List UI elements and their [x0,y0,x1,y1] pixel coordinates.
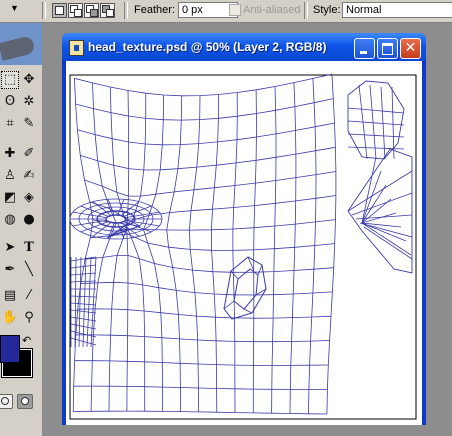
image-canvas[interactable] [66,61,422,425]
type-tool-icon[interactable]: T [20,239,38,257]
options-bar: ▼ Feather: 0 px Anti-aliased Style: Norm… [0,0,452,23]
anti-aliased-checkbox[interactable] [229,4,241,16]
notes-tool-icon[interactable]: ▤ [1,287,19,305]
history-brush-tool-icon[interactable]: ✍ [20,167,38,185]
magic-wand-tool-icon[interactable]: ✲ [20,93,38,111]
feather-label: Feather: [134,4,175,16]
tool-preset-arrow-icon[interactable]: ▼ [10,3,19,13]
clone-stamp-tool-icon[interactable]: ♙ [1,167,19,185]
eyedropper-tool-icon[interactable]: ⁄ [20,287,38,305]
path-selection-tool-icon[interactable]: ➤ [1,239,19,257]
move-tool-icon[interactable]: ✥ [20,71,38,89]
uv-wireframe-texture [69,73,417,420]
hand-tool-icon[interactable]: ✋ [1,309,19,327]
options-separator [124,2,128,19]
document-title: head_texture.psd @ 50% (Layer 2, RGB/8) [88,40,327,54]
slice-tool-icon[interactable]: ✎ [20,115,38,133]
document-window: head_texture.psd @ 50% (Layer 2, RGB/8) … [62,33,426,425]
healing-brush-tool-icon[interactable]: ✚ [1,145,19,163]
swap-colors-icon[interactable]: ↶ [22,334,31,347]
add-to-selection-button[interactable] [68,3,83,18]
eraser-tool-icon[interactable]: ◩ [1,189,19,207]
anti-aliased-label: Anti-aliased [243,4,301,16]
options-separator [42,2,46,19]
dodge-tool-icon[interactable]: ● [20,211,38,229]
line-tool-icon[interactable]: ╲ [20,261,38,279]
minimize-button[interactable] [354,38,375,59]
lasso-tool-icon[interactable]: ʘ [1,93,19,111]
quick-mask-mode-button[interactable] [17,394,33,409]
toolbox-header [0,23,42,65]
subtract-from-selection-button[interactable] [84,3,99,18]
close-icon: ✕ [404,40,417,56]
close-button[interactable]: ✕ [400,38,421,59]
standard-mode-button[interactable] [0,394,13,409]
minimize-icon [360,51,367,54]
brush-tool-icon[interactable]: ✐ [20,145,38,163]
maximize-icon [382,43,393,55]
crop-tool-icon[interactable]: ⌗ [1,115,19,133]
intersect-selection-button[interactable] [100,3,115,18]
blur-tool-icon[interactable]: ◍ [1,211,19,229]
document-title-bar[interactable]: head_texture.psd @ 50% (Layer 2, RGB/8) … [62,33,426,61]
zoom-tool-icon[interactable]: ⚲ [20,309,38,327]
psd-document-icon [69,40,84,56]
style-label: Style: [313,4,341,16]
toolbox: ⬚ ✥ ʘ ✲ ⌗ ✎ ✚ ✐ ♙ ✍ ◩ ◈ ◍ ● ➤ T ✒ ╲ ▤ ⁄ … [0,23,42,436]
paint-bucket-tool-icon[interactable]: ◈ [20,189,38,207]
options-separator [304,2,308,19]
marquee-tool-icon[interactable]: ⬚ [1,71,19,89]
foreground-color-swatch[interactable] [0,335,20,363]
feather-logo-icon [0,35,36,61]
new-selection-button[interactable] [52,3,67,18]
maximize-button[interactable] [377,38,398,59]
pen-tool-icon[interactable]: ✒ [1,261,19,279]
style-select[interactable]: Normal [342,2,452,18]
